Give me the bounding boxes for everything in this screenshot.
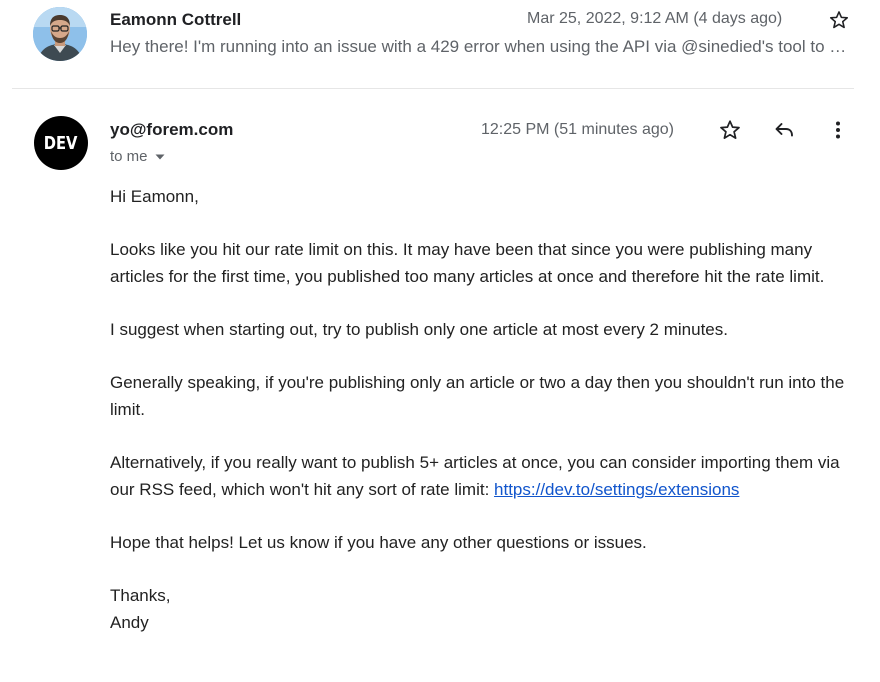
sender-email[interactable]: yo@forem.com — [110, 120, 233, 140]
collapsed-message[interactable]: Eamonn Cottrell Mar 25, 2022, 9:12 AM (4… — [0, 0, 880, 88]
signoff: Thanks, — [110, 586, 171, 605]
message-body: Hi Eamonn, Looks like you hit our rate l… — [110, 183, 858, 636]
message-date: Mar 25, 2022, 9:12 AM (4 days ago) — [527, 10, 783, 27]
body-paragraph: Alternatively, if you really want to pub… — [110, 449, 858, 503]
sender-avatar[interactable] — [33, 7, 87, 61]
reply-arrow-icon — [775, 123, 793, 137]
greeting: Hi Eamonn, — [110, 187, 199, 206]
sender-name[interactable]: Eamonn Cottrell — [110, 10, 241, 30]
recipient-label: to me — [110, 148, 148, 165]
body-paragraph: Hope that helps! Let us know if you have… — [110, 533, 647, 552]
reply-button[interactable] — [770, 116, 798, 144]
star-button[interactable] — [825, 6, 853, 34]
email-thread: Eamonn Cottrell Mar 25, 2022, 9:12 AM (4… — [0, 0, 880, 682]
recipient-details-toggle[interactable]: to me — [110, 148, 166, 165]
user-photo-avatar-icon — [33, 7, 87, 61]
star-button[interactable] — [716, 116, 744, 144]
body-paragraph: Looks like you hit our rate limit on thi… — [110, 240, 825, 286]
star-outline-icon — [829, 11, 849, 29]
message-date: 12:25 PM (51 minutes ago) — [481, 121, 674, 138]
more-options-button[interactable] — [824, 116, 852, 144]
more-vertical-icon — [836, 121, 840, 139]
body-paragraph: I suggest when starting out, try to publ… — [110, 320, 728, 339]
body-paragraph: Generally speaking, if you're publishing… — [110, 373, 845, 419]
expanded-message: DEV yo@forem.com 12:25 PM (51 minutes ag… — [0, 89, 880, 682]
message-snippet[interactable]: Hey there! I'm running into an issue wit… — [110, 37, 855, 57]
star-outline-icon — [720, 120, 740, 139]
extensions-settings-link[interactable]: https://dev.to/settings/extensions — [494, 480, 739, 499]
caret-down-icon — [155, 154, 165, 159]
signature-name: Andy — [110, 613, 149, 632]
sender-avatar[interactable]: DEV — [34, 116, 88, 170]
dev-logo-icon: DEV — [44, 132, 78, 154]
